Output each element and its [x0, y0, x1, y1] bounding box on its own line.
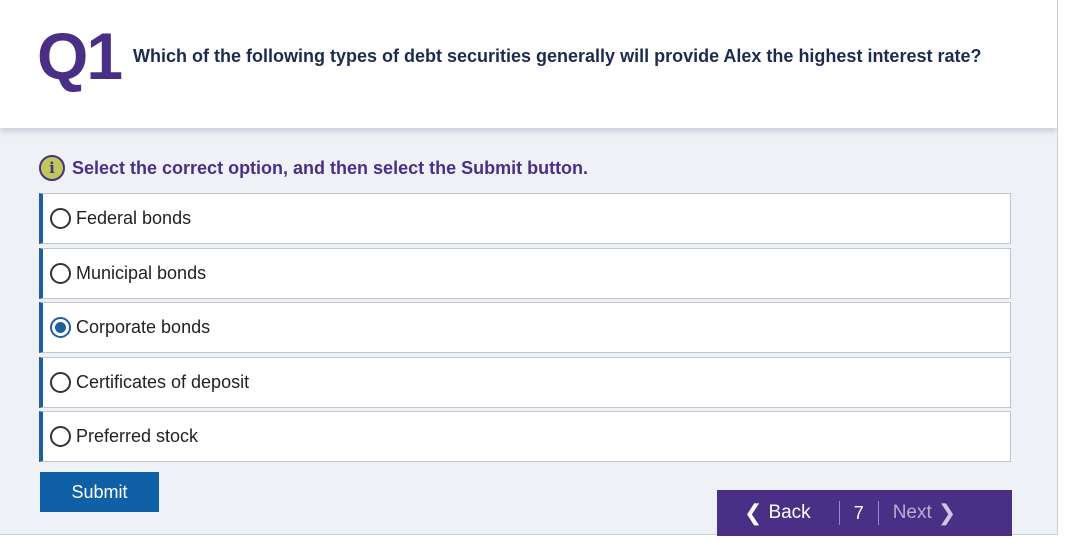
option-certificates-of-deposit[interactable]: Certificates of deposit	[39, 357, 1011, 408]
option-label: Municipal bonds	[76, 263, 207, 283]
question-number: Q1	[37, 19, 123, 93]
option-preferred-stock[interactable]: Preferred stock	[39, 411, 1011, 462]
option-label: Corporate bonds	[76, 317, 211, 337]
question-text: Which of the following types of debt sec…	[133, 46, 982, 66]
instruction-text: Select the correct option, and then sele…	[72, 157, 589, 178]
page: Q1 Which of the following types of debt …	[0, 0, 1071, 546]
instruction: i Select the correct option, and then se…	[39, 155, 588, 181]
radio-button[interactable]	[50, 372, 71, 393]
page-number: 7	[853, 502, 864, 523]
radio-button[interactable]	[50, 208, 71, 229]
chevron-right-icon: ❯	[937, 500, 957, 525]
back-button[interactable]: ❮ Back	[744, 500, 811, 526]
next-button[interactable]: Next ❯	[893, 500, 957, 526]
radio-button[interactable]	[50, 263, 71, 284]
option-corporate-bonds[interactable]: Corporate bonds	[39, 302, 1011, 353]
back-label: Back	[768, 502, 811, 523]
option-label: Certificates of deposit	[76, 372, 250, 392]
content-frame: Q1 Which of the following types of debt …	[0, 0, 1058, 535]
info-icon: i	[39, 155, 65, 181]
option-label: Federal bonds	[76, 208, 192, 228]
radio-button-selected[interactable]	[50, 317, 71, 338]
option-municipal-bonds[interactable]: Municipal bonds	[39, 248, 1011, 299]
question-header: Q1 Which of the following types of debt …	[0, 0, 1057, 128]
option-label: Preferred stock	[76, 426, 199, 446]
nav-divider	[838, 501, 840, 525]
radio-button[interactable]	[50, 426, 71, 447]
navigation-bar: ❮ Back 7 Next ❯	[717, 490, 1012, 536]
submit-button[interactable]: Submit	[40, 472, 159, 512]
next-label: Next	[892, 502, 932, 523]
nav-divider	[877, 501, 879, 525]
option-federal-bonds[interactable]: Federal bonds	[39, 193, 1011, 244]
chevron-left-icon: ❮	[744, 500, 763, 525]
